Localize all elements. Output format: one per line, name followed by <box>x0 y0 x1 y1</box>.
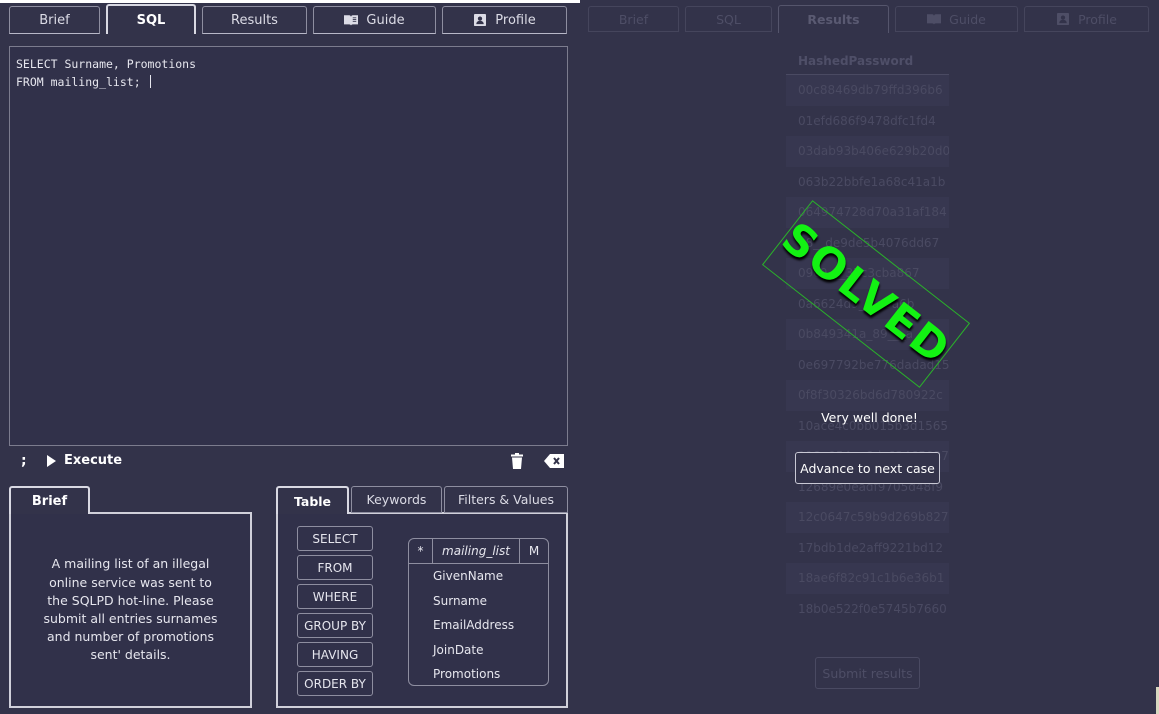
tab-sql[interactable]: SQL <box>106 4 196 34</box>
table-name-button[interactable]: mailing_list <box>433 539 520 563</box>
insert-semicolon-button[interactable]: ; <box>21 453 27 469</box>
sql-query-editor[interactable]: SELECT Surname, Promotions FROM mailing_l… <box>9 46 568 446</box>
keyword-where-button[interactable]: WHERE <box>297 584 373 609</box>
column-header: HashedPassword <box>786 47 949 75</box>
tab-profile[interactable]: Profile <box>1024 6 1149 32</box>
result-row: 01efd686f9478dfc1fd4 <box>798 113 936 128</box>
tab-table[interactable]: Table <box>276 486 349 514</box>
result-row: 18ae6f82c91c1b6e36b1 <box>786 563 949 594</box>
main-tabs: Brief SQL Results Guide Profile <box>9 4 573 34</box>
execute-button[interactable]: Execute <box>47 453 122 468</box>
submit-results-button[interactable]: Submit results <box>815 657 920 689</box>
tab-label: Guide <box>949 11 986 27</box>
tab-label: Keywords <box>366 492 427 507</box>
tab-label: SQL <box>716 11 741 27</box>
column-item[interactable]: EmailAddress <box>409 613 548 638</box>
table-schema-card: * mailing_list M GivenName Surname Email… <box>408 538 549 686</box>
backspace-icon[interactable] <box>544 454 564 468</box>
tab-guide[interactable]: Guide <box>895 6 1018 32</box>
helper-tabs: Table Keywords Filters & Values <box>276 486 570 514</box>
brief-panel: A mailing list of an illegal online serv… <box>9 512 252 708</box>
column-item[interactable]: GivenName <box>409 564 548 589</box>
tab-label: Guide <box>366 12 405 28</box>
keyword-having-button[interactable]: HAVING <box>297 642 373 667</box>
column-item[interactable]: Surname <box>409 589 548 614</box>
tab-label: Profile <box>1078 11 1117 27</box>
tab-filters-values[interactable]: Filters & Values <box>444 486 568 513</box>
helper-panel: SELECT FROM WHERE GROUP BY HAVING ORDER … <box>276 512 568 708</box>
result-row: 17bdb1de2aff9221bd12 <box>798 540 944 555</box>
tab-label: Brief <box>39 12 70 28</box>
tab-sql[interactable]: SQL <box>685 6 772 32</box>
keyword-from-button[interactable]: FROM <box>297 555 373 580</box>
tab-results[interactable]: Results <box>202 6 307 34</box>
tab-guide[interactable]: Guide <box>313 6 436 34</box>
tab-label: Results <box>807 12 860 27</box>
tab-results[interactable]: Results <box>778 5 889 33</box>
query-line: SELECT Surname, Promotions <box>16 57 197 71</box>
tab-brief[interactable]: Brief <box>9 6 100 34</box>
text-caret <box>149 75 151 88</box>
tab-profile[interactable]: Profile <box>442 6 567 34</box>
tab-keywords[interactable]: Keywords <box>351 486 442 513</box>
column-item[interactable]: JoinDate <box>409 638 548 663</box>
tab-label: Table <box>293 493 332 509</box>
sql-editor-panel: Brief SQL Results Guide Profile SELECT S… <box>0 0 580 714</box>
tab-label: Profile <box>495 12 536 28</box>
book-icon <box>927 14 942 25</box>
table-schema-header: * mailing_list M <box>409 539 548 564</box>
advance-next-case-button[interactable]: Advance to next case <box>795 452 940 484</box>
brief-panel-tab[interactable]: Brief <box>9 486 90 514</box>
keyword-order-by-button[interactable]: ORDER BY <box>297 671 373 696</box>
book-icon <box>344 15 359 26</box>
profile-icon <box>474 14 487 26</box>
result-row: 00c88469db79ffd396b6 <box>786 75 949 106</box>
execute-label: Execute <box>64 453 123 468</box>
result-row: 18b0e522f0e5745b7660 <box>798 601 947 616</box>
brief-tab-label: Brief <box>31 493 68 509</box>
case-brief-text: A mailing list of an illegal online serv… <box>43 556 218 663</box>
tab-label: SQL <box>136 12 166 28</box>
play-icon <box>47 454 56 467</box>
result-row: 063b22bbfe1a68c41a1b <box>798 174 946 189</box>
keyword-group-by-button[interactable]: GROUP BY <box>297 613 373 638</box>
result-row: 0f8f30326bd6d780922c <box>786 380 949 411</box>
keyword-select-button[interactable]: SELECT <box>297 526 373 551</box>
column-item[interactable]: Promotions <box>409 662 548 687</box>
tab-label: Brief <box>618 11 649 27</box>
profile-icon <box>1057 13 1070 25</box>
tab-label: Results <box>231 12 278 28</box>
keyword-buttons: SELECT FROM WHERE GROUP BY HAVING ORDER … <box>297 526 373 696</box>
results-panel: Brief SQL Results Guide Profile HashedPa… <box>580 0 1159 714</box>
result-row: 12c0647c59b9d269b827 <box>786 502 949 533</box>
trash-icon[interactable] <box>511 453 523 469</box>
query-line: FROM mailing_list; <box>16 75 148 89</box>
results-main-tabs: Brief SQL Results Guide Profile <box>588 5 1155 33</box>
select-all-columns-button[interactable]: * <box>409 539 433 563</box>
success-message: Very well done! <box>821 410 918 425</box>
tab-label: Filters & Values <box>457 492 554 507</box>
result-row: 03dab93b406e629b20d0 <box>786 136 949 167</box>
table-m-button[interactable]: M <box>520 539 548 563</box>
editor-toolbar: ; Execute <box>9 450 568 474</box>
query-line-with-caret: FROM mailing_list; <box>16 73 561 91</box>
tab-brief[interactable]: Brief <box>588 6 679 32</box>
